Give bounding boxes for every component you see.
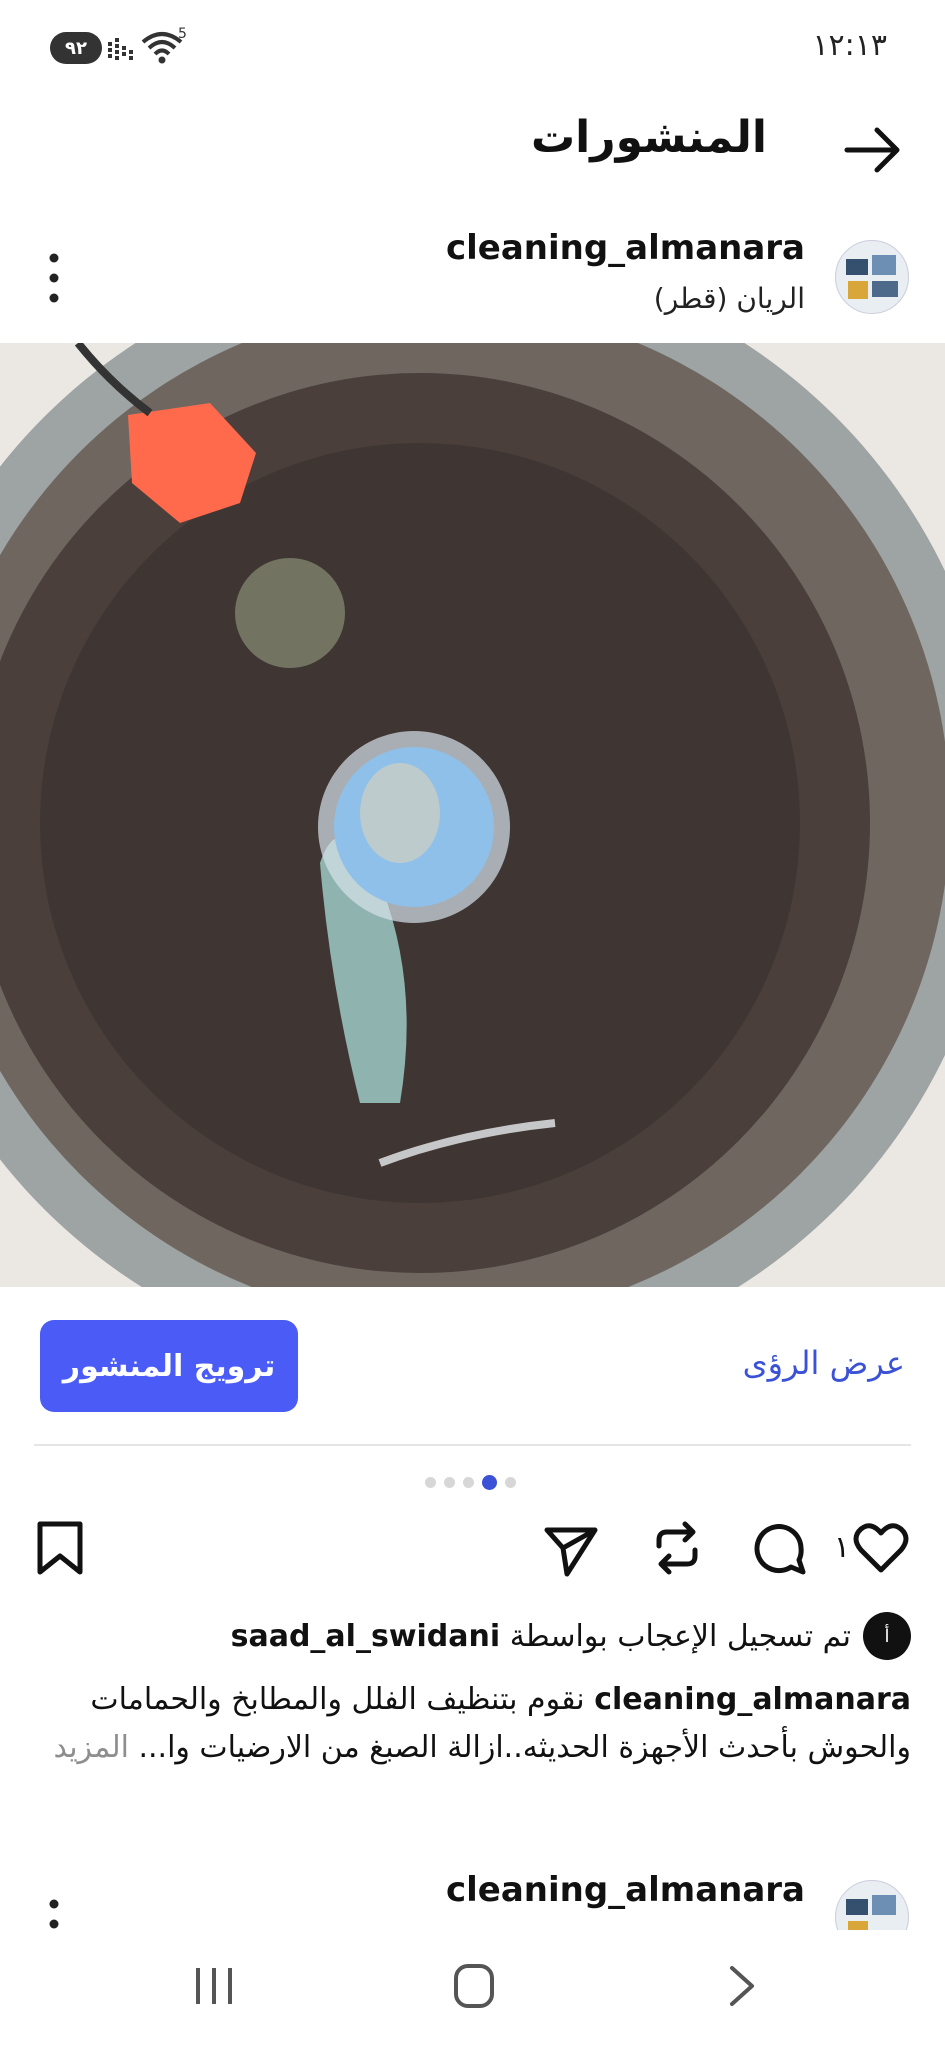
back-icon[interactable]: [724, 1964, 760, 2008]
home-icon[interactable]: [452, 1962, 496, 2010]
liked-by-text: تم تسجيل الإعجاب بواسطة saad_al_swidani: [231, 1619, 851, 1654]
liked-by-username[interactable]: saad_al_swidani: [231, 1619, 501, 1654]
battery-indicator: ٩٢: [50, 32, 102, 64]
back-button[interactable]: [841, 120, 905, 180]
caption-username[interactable]: cleaning_almanara: [594, 1682, 911, 1717]
repost-icon[interactable]: [649, 1520, 705, 1576]
carousel-dot: [444, 1476, 455, 1488]
signal-icon: [108, 38, 133, 60]
view-insights-link[interactable]: عرض الرؤى: [743, 1344, 905, 1382]
system-nav-bar: [0, 1930, 945, 2048]
battery-level: ٩٢: [65, 37, 87, 59]
caption-more-link[interactable]: المزيد: [53, 1730, 128, 1765]
carousel-dot: [463, 1476, 474, 1488]
post-image[interactable]: [0, 343, 945, 1287]
carousel-indicator: [425, 1474, 516, 1490]
wifi-icon: 5: [140, 26, 190, 66]
post-location[interactable]: الريان (قطر): [654, 282, 805, 315]
heart-icon[interactable]: [853, 1520, 909, 1576]
carousel-dot: [425, 1476, 436, 1488]
post-caption: cleaning_almanara نقوم بتنظيف الفلل والم…: [21, 1676, 911, 1772]
send-icon[interactable]: [543, 1522, 599, 1578]
liked-by-prefix: تم تسجيل الإعجاب بواسطة: [509, 1618, 851, 1654]
liked-by-row[interactable]: أ تم تسجيل الإعجاب بواسطة saad_al_swidan…: [231, 1612, 911, 1660]
carousel-dot-active: [482, 1474, 497, 1490]
arrow-right-icon: [844, 127, 900, 173]
bookmark-icon[interactable]: [32, 1520, 88, 1576]
wifi-badge: 5: [178, 26, 187, 42]
next-post-username[interactable]: cleaning_almanara: [446, 1870, 805, 1910]
liker-avatar-letter: أ: [884, 1625, 890, 1647]
divider: [34, 1444, 911, 1446]
page-title: المنشورات: [530, 112, 767, 163]
comment-icon[interactable]: [751, 1520, 807, 1576]
post-username[interactable]: cleaning_almanara: [446, 228, 805, 268]
carousel-dot: [505, 1476, 516, 1488]
liker-avatar[interactable]: أ: [863, 1612, 911, 1660]
more-vertical-icon[interactable]: [47, 250, 61, 306]
promote-post-button[interactable]: ترويج المنشور: [40, 1320, 298, 1412]
recents-icon[interactable]: [192, 1964, 236, 2008]
status-time: ١٢:١٣: [812, 28, 887, 63]
avatar[interactable]: [835, 240, 909, 314]
like-count[interactable]: ١: [834, 1530, 850, 1565]
